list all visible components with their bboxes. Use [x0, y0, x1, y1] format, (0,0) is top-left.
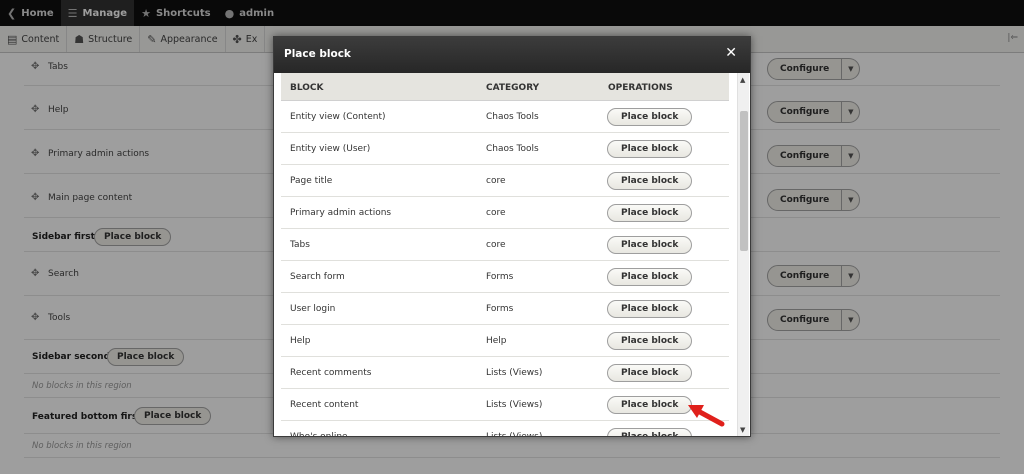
block-name-cell: Help — [290, 336, 311, 346]
place-block-button[interactable]: Place block — [607, 268, 693, 286]
dialog-title: Place block — [284, 48, 351, 60]
place-block-button[interactable]: Place block — [607, 172, 693, 190]
table-row: Recent content Lists (Views) Place block — [281, 389, 729, 421]
place-block-button[interactable]: Place block — [607, 236, 693, 254]
place-block-dialog: Place block ✕ BLOCK CATEGORY OPERATIONS … — [273, 36, 751, 437]
table-row: Recent comments Lists (Views) Place block — [281, 357, 729, 389]
place-block-button[interactable]: Place block — [607, 428, 693, 436]
place-block-button[interactable]: Place block — [607, 332, 693, 350]
place-block-button[interactable]: Place block — [607, 204, 693, 222]
table-row: Primary admin actions core Place block — [281, 197, 729, 229]
place-block-button[interactable]: Place block — [607, 396, 693, 414]
dialog-body: BLOCK CATEGORY OPERATIONS Entity view (C… — [274, 73, 750, 437]
block-name-cell: Search form — [290, 272, 345, 282]
dialog-titlebar: Place block ✕ — [274, 37, 750, 73]
category-cell: Lists (Views) — [486, 400, 543, 410]
block-name-cell: Entity view (Content) — [290, 112, 386, 122]
table-row: Who's online Lists (Views) Place block — [281, 421, 729, 437]
table-row: Search form Forms Place block — [281, 261, 729, 293]
red-arrow-annotation-icon — [688, 405, 725, 427]
block-name-cell: Primary admin actions — [290, 208, 392, 218]
table-row: User login Forms Place block — [281, 293, 729, 325]
block-name-cell: Recent comments — [290, 368, 372, 378]
category-cell: Help — [486, 336, 507, 346]
table-header: BLOCK CATEGORY OPERATIONS — [281, 73, 729, 101]
table-row: Tabs core Place block — [281, 229, 729, 261]
category-cell: Forms — [486, 272, 514, 282]
block-name-cell: Who's online — [290, 432, 348, 437]
category-cell: core — [486, 208, 506, 218]
scroll-down-arrow-icon[interactable]: ▼ — [740, 426, 745, 434]
column-header-operations: OPERATIONS — [608, 83, 673, 93]
scroll-up-arrow-icon[interactable]: ▲ — [740, 76, 745, 84]
dialog-scrollbar[interactable]: ▲ ▼ — [737, 73, 749, 436]
category-cell: core — [486, 240, 506, 250]
table-row: Entity view (User) Chaos Tools Place block — [281, 133, 729, 165]
place-block-button[interactable]: Place block — [607, 140, 693, 158]
block-name-cell: Recent content — [290, 400, 359, 410]
table-row: Help Help Place block — [281, 325, 729, 357]
table-row: Page title core Place block — [281, 165, 729, 197]
category-cell: Forms — [486, 304, 514, 314]
block-name-cell: Tabs — [290, 240, 310, 250]
table-row: Entity view (Content) Chaos Tools Place bl… — [281, 101, 729, 133]
category-cell: core — [486, 176, 506, 186]
place-block-button[interactable]: Place block — [607, 108, 693, 126]
block-name-cell: Entity view (User) — [290, 144, 371, 154]
column-header-category: CATEGORY — [486, 83, 540, 93]
block-name-cell: User login — [290, 304, 336, 314]
place-block-button[interactable]: Place block — [607, 364, 693, 382]
column-header-block: BLOCK — [290, 83, 324, 93]
scroll-thumb[interactable] — [740, 111, 748, 251]
close-icon[interactable]: ✕ — [725, 45, 737, 61]
category-cell: Lists (Views) — [486, 432, 543, 437]
category-cell: Chaos Tools — [486, 144, 539, 154]
block-name-cell: Page title — [290, 176, 333, 186]
category-cell: Lists (Views) — [486, 368, 543, 378]
category-cell: Chaos Tools — [486, 112, 539, 122]
place-block-button[interactable]: Place block — [607, 300, 693, 318]
